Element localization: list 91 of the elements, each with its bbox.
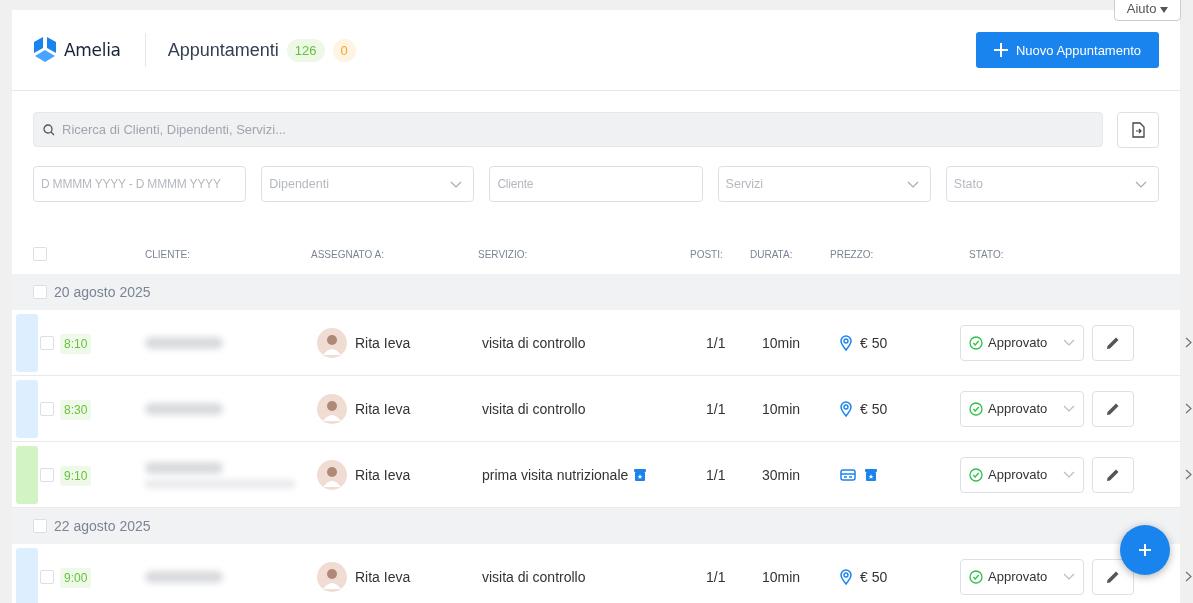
duration: 10min (761, 334, 802, 351)
file-export-icon (1131, 122, 1145, 138)
chevron-right-icon[interactable] (1185, 403, 1192, 414)
package-icon (864, 467, 878, 482)
employee-name: Rita Ieva (355, 400, 411, 417)
column-header: ASSEGNATO A: (311, 248, 385, 260)
package-icon (633, 467, 648, 482)
credit-card-icon (840, 468, 856, 481)
row-checkbox[interactable] (40, 335, 54, 350)
price: € 50 (860, 568, 888, 585)
edit-button[interactable] (1092, 558, 1134, 595)
seats-count: 1/1 (705, 466, 727, 483)
check-circle-icon (969, 467, 983, 482)
check-circle-icon (969, 401, 983, 416)
chevron-down-icon (1063, 471, 1075, 478)
group-date: 20 agosto 2025 (54, 284, 151, 300)
chevron-down-icon (1063, 339, 1075, 346)
avatar-icon (317, 459, 347, 490)
time-badge: 8:30 (60, 399, 92, 420)
time-badge: 9:00 (60, 567, 92, 588)
duration: 10min (761, 400, 802, 417)
filter-field[interactable]: D MMMM YYYY - D MMMM YYYY (33, 166, 247, 202)
row-checkbox[interactable] (40, 569, 54, 584)
duration: 10min (761, 568, 802, 585)
avatar-icon (317, 327, 347, 358)
group-date: 22 agosto 2025 (54, 518, 151, 534)
price: € 50 (860, 400, 888, 417)
brand-name: Amelia (64, 40, 121, 60)
help-button[interactable]: Aiuto (1113, 0, 1181, 21)
search-field[interactable]: Ricerca di Clienti, Dipendenti, Servizi... (33, 112, 1103, 147)
new-appointment-button[interactable]: Nuovo Appuntamento (975, 32, 1159, 68)
check-circle-icon (969, 335, 983, 350)
column-header: POSTI: (690, 248, 724, 260)
seats-count: 1/1 (705, 568, 727, 585)
status-select[interactable]: Approvato (960, 324, 1084, 361)
employee-name: Rita Ieva (355, 466, 411, 483)
row-checkbox[interactable] (40, 467, 54, 482)
filter-field[interactable]: Cliente (489, 166, 703, 202)
check-circle-icon (969, 569, 983, 584)
time-badge: 8:10 (60, 333, 92, 354)
chevron-down-icon (1063, 405, 1075, 412)
chevron-right-icon[interactable] (1185, 571, 1192, 582)
filter-field[interactable]: Dipendenti (261, 166, 475, 202)
chevron-down-icon (1063, 573, 1075, 580)
export-button[interactable] (1117, 112, 1159, 148)
filter-field[interactable]: Servizi (717, 166, 931, 202)
status-select[interactable]: Approvato (960, 558, 1084, 595)
count-badge: 0 (332, 38, 356, 62)
status-select[interactable]: Approvato (960, 390, 1084, 427)
edit-button[interactable] (1092, 324, 1134, 361)
status-select[interactable]: Approvato (960, 456, 1084, 493)
column-header: PREZZO: (830, 248, 875, 260)
edit-button[interactable] (1092, 456, 1134, 493)
filter-field[interactable]: Stato (945, 166, 1159, 202)
avatar-icon (317, 561, 347, 592)
seats-count: 1/1 (705, 334, 727, 351)
plus-icon (993, 43, 1008, 57)
column-header: STATO: (969, 248, 1005, 260)
duration: 30min (761, 466, 802, 483)
plus-icon (1138, 543, 1152, 557)
chevron-right-icon[interactable] (1185, 469, 1192, 480)
service-name: visita di controllo (482, 400, 586, 417)
column-header: DURATA: (750, 248, 794, 260)
employee-name: Rita Ieva (355, 334, 411, 351)
avatar-icon (317, 393, 347, 424)
chevron-right-icon[interactable] (1185, 337, 1192, 348)
group-checkbox[interactable] (33, 519, 47, 533)
chevron-down-icon (1135, 181, 1147, 188)
search-icon (43, 124, 55, 136)
seats-count: 1/1 (705, 400, 727, 417)
column-header: CLIENTE: (145, 248, 191, 260)
logo-icon (33, 37, 57, 63)
select-all-checkbox[interactable] (33, 247, 47, 261)
count-badge: 126 (286, 38, 325, 62)
group-checkbox[interactable] (33, 285, 47, 299)
chevron-down-icon (450, 181, 463, 188)
service-name: visita di controllo (482, 334, 586, 351)
edit-button[interactable] (1092, 390, 1134, 427)
location-pin-icon (840, 568, 852, 585)
employee-name: Rita Ieva (355, 568, 411, 585)
location-pin-icon (840, 400, 852, 417)
page-title: Appuntamenti (167, 39, 279, 61)
column-header: SERVIZIO: (478, 248, 529, 260)
service-name: visita di controllo (482, 568, 586, 585)
time-badge: 9:10 (60, 465, 92, 486)
caret-icon (1160, 7, 1168, 13)
location-pin-icon (840, 334, 852, 351)
price: € 50 (860, 334, 888, 351)
chevron-down-icon (906, 181, 919, 188)
service-name: prima visita nutrizionale (482, 466, 629, 483)
row-checkbox[interactable] (40, 401, 54, 416)
